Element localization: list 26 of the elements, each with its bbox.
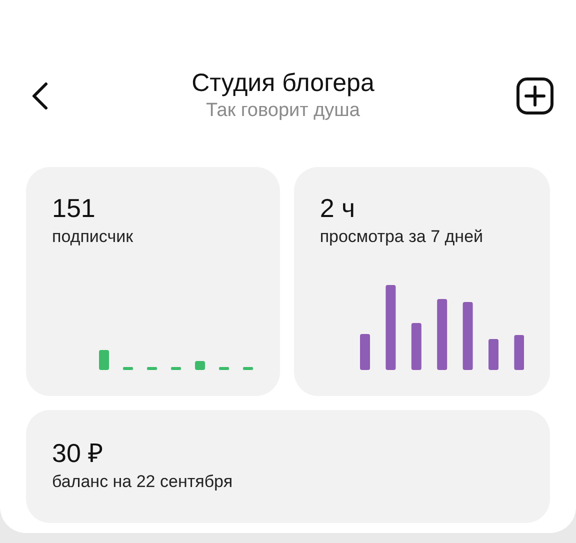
stat-value: 151 bbox=[52, 193, 96, 223]
stat-value: 2 ч bbox=[320, 193, 356, 223]
balance-value: 30 ₽ bbox=[52, 438, 104, 468]
balance-label: баланс на 22 сентября bbox=[52, 471, 234, 493]
chart-bar bbox=[99, 350, 109, 370]
stat-card[interactable]: 2 ч просмотра за 7 дней bbox=[294, 167, 550, 396]
chart-bar bbox=[147, 367, 157, 370]
stat-card[interactable]: 151 подписчик bbox=[26, 167, 280, 396]
chart-bar bbox=[436, 299, 447, 370]
chart-bar bbox=[360, 334, 370, 370]
chart-bar bbox=[462, 302, 473, 370]
add-icon[interactable] bbox=[516, 77, 554, 115]
page-title: Студия блогера bbox=[192, 68, 374, 98]
chart-bar bbox=[488, 339, 498, 370]
back-icon[interactable] bbox=[30, 81, 50, 111]
chart-bar bbox=[243, 367, 253, 370]
chart-bar bbox=[195, 361, 205, 370]
stat-label: просмотра за 7 дней bbox=[320, 226, 484, 248]
page-subtitle: Так говорит душа bbox=[206, 99, 360, 123]
chart-bar bbox=[514, 335, 524, 370]
stat-label: подписчик bbox=[52, 226, 134, 248]
chart-bar bbox=[123, 367, 133, 370]
chart-bar bbox=[171, 367, 181, 370]
chart-bar bbox=[411, 323, 422, 370]
balance-card[interactable]: 30 ₽ баланс на 22 сентября bbox=[26, 410, 550, 523]
chart-bar bbox=[219, 367, 229, 370]
